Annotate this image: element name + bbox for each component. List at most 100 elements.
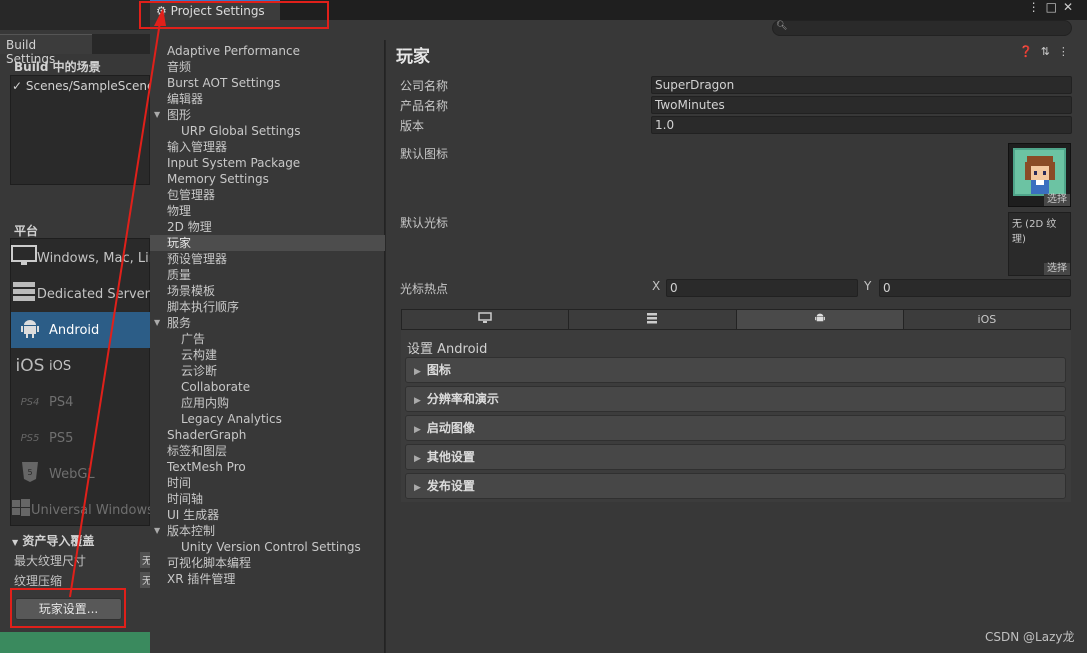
tab-server[interactable]: [569, 310, 737, 329]
nav-item[interactable]: 图形: [154, 107, 191, 123]
monitor-icon: [11, 245, 37, 271]
platform-item-webgl[interactable]: 5 WebGL: [11, 456, 150, 492]
max-texture-size-dropdown[interactable]: 无: [140, 552, 150, 568]
product-name-field[interactable]: TwoMinutes: [651, 96, 1072, 114]
nav-item[interactable]: 音频: [167, 59, 191, 75]
android-icon: [814, 312, 826, 327]
nav-item[interactable]: 场景模板: [167, 283, 215, 299]
platform-item-dedicated-server[interactable]: Dedicated Server: [11, 276, 150, 312]
settings-section-foldout[interactable]: ▶ 启动图像: [405, 415, 1066, 441]
section-label: 启动图像: [426, 421, 475, 435]
nav-item[interactable]: 广告: [181, 331, 205, 347]
hotspot-y-label: Y: [864, 279, 872, 293]
default-icon-slot[interactable]: 选择: [1008, 143, 1071, 207]
hotspot-x-field[interactable]: 0: [666, 279, 858, 297]
ps4-icon: PS4: [20, 396, 40, 408]
chevron-right-icon: ▶: [414, 425, 421, 435]
platform-item-ps5[interactable]: PS5 PS5: [11, 420, 150, 456]
default-icon-label: 默认图标: [400, 147, 449, 161]
select-icon-button[interactable]: 选择: [1044, 194, 1070, 206]
preset-icon[interactable]: ⇅: [1041, 45, 1058, 58]
platform-label: Dedicated Server: [36, 286, 150, 302]
tab-android[interactable]: [736, 310, 904, 329]
nav-item[interactable]: UI 生成器: [167, 507, 219, 523]
nav-item[interactable]: Legacy Analytics: [181, 411, 282, 427]
default-cursor-slot[interactable]: 无 (2D 纹理) 选择: [1008, 212, 1071, 276]
nav-item[interactable]: URP Global Settings: [181, 123, 300, 139]
tab-ios[interactable]: iOS: [903, 310, 1070, 329]
settings-section-foldout[interactable]: ▶ 分辨率和演示: [405, 386, 1066, 412]
watermark: CSDN @Lazy龙: [985, 630, 1075, 644]
texture-compression-label: 纹理压缩: [14, 574, 63, 588]
version-field[interactable]: 1.0: [651, 116, 1072, 134]
checkbox-icon[interactable]: ✓: [12, 79, 22, 93]
chevron-right-icon: ▶: [414, 367, 421, 377]
nav-item[interactable]: Memory Settings: [167, 171, 269, 187]
search-input[interactable]: [772, 20, 1072, 36]
nav-item[interactable]: 玩家: [167, 235, 191, 251]
nav-item[interactable]: 输入管理器: [167, 139, 227, 155]
hotspot-y-field[interactable]: 0: [879, 279, 1071, 297]
more-menu-icon[interactable]: ⋮: [1028, 0, 1046, 14]
nav-item[interactable]: 标签和图层: [167, 443, 227, 459]
monitor-icon: [478, 312, 492, 327]
nav-item[interactable]: 版本控制: [154, 523, 215, 539]
settings-section-foldout[interactable]: ▶ 其他设置: [405, 444, 1066, 470]
product-name-label: 产品名称: [400, 99, 449, 113]
help-icon[interactable]: ❓: [1019, 45, 1041, 58]
nav-item[interactable]: 编辑器: [167, 91, 203, 107]
platform-label: Windows, Mac, Linux: [37, 250, 150, 266]
android-icon: [11, 317, 49, 343]
nav-item[interactable]: Input System Package: [167, 155, 300, 171]
platform-item-ios[interactable]: iOS iOS: [11, 348, 150, 384]
build-settings-tab[interactable]: Build Settings: [0, 34, 92, 66]
panel-header-icons: ❓⇅⋮: [1019, 45, 1077, 58]
company-name-field[interactable]: SuperDragon: [651, 76, 1072, 94]
tab-standalone[interactable]: [402, 310, 570, 329]
nav-item[interactable]: XR 插件管理: [167, 571, 235, 587]
nav-item[interactable]: Unity Version Control Settings: [181, 539, 361, 555]
nav-item[interactable]: TextMesh Pro: [167, 459, 246, 475]
settings-section-foldout[interactable]: ▶ 图标: [405, 357, 1066, 383]
nav-item[interactable]: 应用内购: [181, 395, 229, 411]
nav-item[interactable]: Adaptive Performance: [167, 43, 300, 59]
asset-import-overrides-title[interactable]: ▼ 资产导入覆盖: [12, 532, 94, 549]
settings-section-foldout[interactable]: ▶ 发布设置: [405, 473, 1066, 499]
search-icon: 🔍︎: [776, 21, 788, 31]
platform-item-ps4[interactable]: PS4 PS4: [11, 384, 150, 420]
texture-compression-dropdown[interactable]: 无: [140, 572, 150, 588]
nav-item[interactable]: 包管理器: [167, 187, 215, 203]
scenes-in-build-title: Build 中的场景: [14, 60, 101, 74]
platform-item-android[interactable]: Android: [11, 312, 150, 348]
maximize-icon[interactable]: □: [1046, 0, 1063, 14]
nav-item[interactable]: 2D 物理: [167, 219, 212, 235]
nav-item[interactable]: 物理: [167, 203, 191, 219]
nav-item[interactable]: 质量: [167, 267, 191, 283]
nav-item[interactable]: 时间轴: [167, 491, 203, 507]
chevron-right-icon: ▶: [414, 396, 421, 406]
platform-item-uwp[interactable]: Universal Windows Platform: [11, 492, 150, 528]
scene-row[interactable]: ✓ Scenes/SampleScene: [12, 79, 154, 93]
nav-item[interactable]: 云诊断: [181, 363, 217, 379]
nav-item[interactable]: 服务: [154, 315, 191, 331]
platform-title: 平台: [14, 224, 39, 238]
more-menu-icon[interactable]: ⋮: [1058, 45, 1077, 58]
nav-item[interactable]: 时间: [167, 475, 191, 491]
platform-settings-label: 设置 Android: [407, 342, 488, 357]
section-label: 其他设置: [426, 450, 475, 464]
ios-icon: iOS: [15, 356, 45, 376]
nav-item[interactable]: 云构建: [181, 347, 217, 363]
nav-item[interactable]: 预设管理器: [167, 251, 227, 267]
nav-item[interactable]: ShaderGraph: [167, 427, 246, 443]
close-icon[interactable]: ✕: [1063, 0, 1079, 14]
nav-item[interactable]: Burst AOT Settings: [167, 75, 280, 91]
section-label: 发布设置: [426, 479, 475, 493]
select-cursor-button[interactable]: 选择: [1044, 263, 1070, 275]
scene-view-strip: [0, 632, 150, 653]
platform-item-windows[interactable]: Windows, Mac, Linux: [11, 240, 150, 276]
nav-item[interactable]: Collaborate: [181, 379, 250, 395]
svg-text:5: 5: [27, 468, 32, 477]
nav-item[interactable]: 可视化脚本编程: [167, 555, 251, 571]
nav-item[interactable]: 脚本执行顺序: [167, 299, 239, 315]
max-texture-size-label: 最大纹理尺寸: [14, 554, 87, 568]
